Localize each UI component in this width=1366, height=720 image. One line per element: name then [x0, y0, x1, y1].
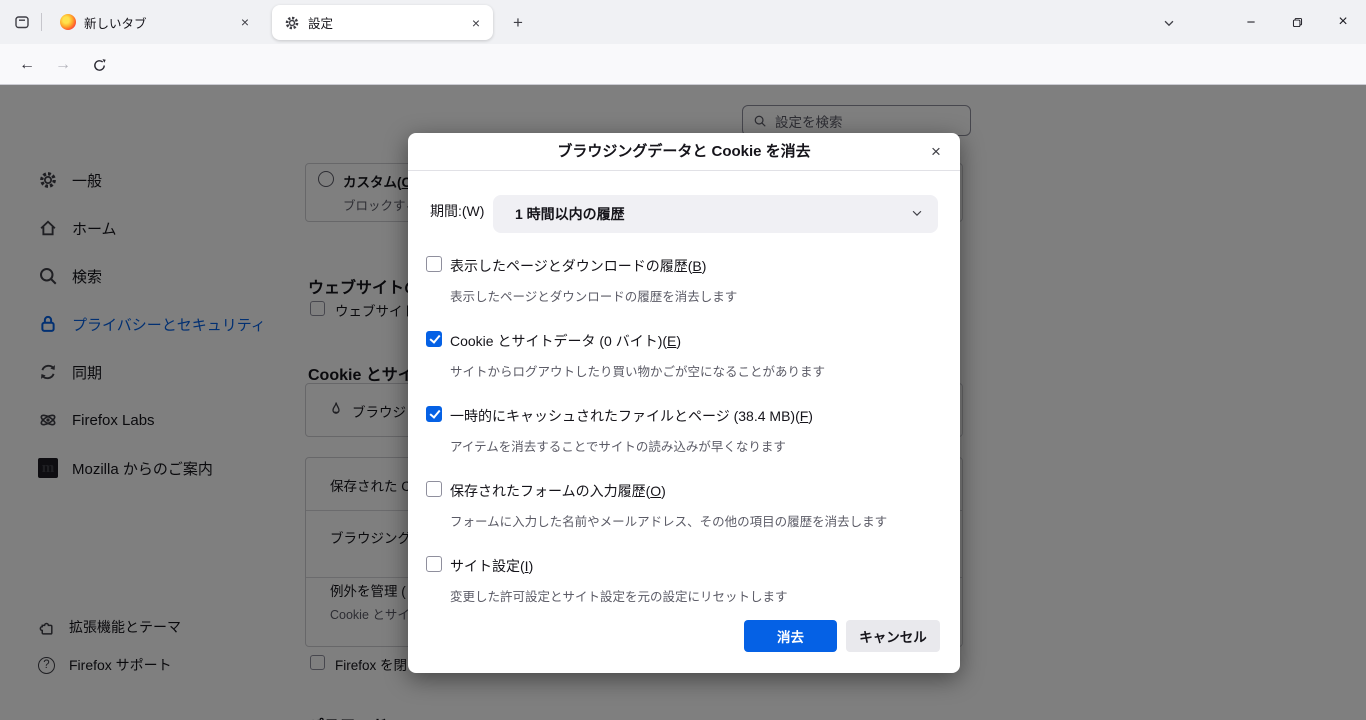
tab-close-icon[interactable]: × — [234, 11, 256, 33]
history-checkbox[interactable] — [426, 256, 442, 272]
tab-new-tab[interactable]: 新しいタブ × — [48, 7, 262, 37]
restore-icon — [1291, 16, 1304, 29]
site-settings-checkbox[interactable] — [426, 556, 442, 572]
tab-list-chevron-icon[interactable] — [1156, 10, 1182, 36]
reload-button[interactable] — [84, 51, 114, 79]
settings-page: 設定を検索 一般 ホーム 検索 プライバシーとセキュリティ 同期 Firefox… — [0, 85, 1366, 720]
cache-checkbox[interactable] — [426, 406, 442, 422]
history-desc: 表示したページとダウンロードの履歴を消去します — [450, 286, 737, 305]
cookies-desc: サイトからログアウトしたり買い物かごが空になることがあります — [450, 361, 825, 380]
tab-settings[interactable]: 設定 × — [272, 5, 493, 40]
tab-label: 設定 — [308, 13, 465, 32]
navigation-toolbar: ← → Firefox about:preferences#privacy ☆ … — [0, 44, 1366, 85]
browser-window: 新しいタブ × 設定 × + − × ← → Firefox ab — [0, 0, 1366, 720]
site-settings-checkbox-label[interactable]: サイト設定(I) — [450, 556, 533, 576]
cache-checkbox-label[interactable]: 一時的にキャッシュされたファイルとページ (38.4 MB)(F) — [450, 406, 813, 426]
form-history-desc: フォームに入力した名前やメールアドレス、その他の項目の履歴を消去します — [450, 511, 887, 530]
history-checkbox-label[interactable]: 表示したページとダウンロードの履歴(B) — [450, 256, 706, 276]
window-close-button[interactable]: × — [1320, 0, 1366, 44]
form-history-checkbox[interactable] — [426, 481, 442, 497]
cache-desc: アイテムを消去することでサイトの読み込みが早くなります — [450, 436, 786, 455]
cookies-checkbox-label[interactable]: Cookie とサイトデータ (0 バイト)(E) — [450, 331, 681, 351]
forward-button[interactable]: → — [48, 51, 78, 79]
cookies-checkbox[interactable] — [426, 331, 442, 347]
clear-button[interactable]: 消去 — [744, 620, 837, 652]
chevron-down-icon — [910, 206, 924, 220]
firefox-favicon — [60, 14, 76, 30]
form-history-checkbox-label[interactable]: 保存されたフォームの入力履歴(O) — [450, 481, 666, 501]
dialog-header: ブラウジングデータと Cookie を消去 × — [408, 133, 960, 171]
reload-icon — [92, 58, 107, 73]
tab-close-icon[interactable]: × — [465, 12, 487, 34]
duration-label: 期間:(W) — [430, 201, 484, 221]
back-button[interactable]: ← — [12, 51, 42, 79]
window-minimize-button[interactable]: − — [1228, 0, 1274, 44]
tab-label: 新しいタブ — [84, 13, 234, 32]
tab-bar: 新しいタブ × 設定 × + − × — [0, 0, 1366, 44]
duration-value: 1 時間以内の履歴 — [515, 195, 625, 233]
firefox-view-icon — [14, 14, 30, 30]
gear-favicon-icon — [284, 15, 300, 31]
firefox-view-button[interactable] — [8, 10, 36, 34]
dialog-title: ブラウジングデータと Cookie を消去 — [408, 133, 960, 171]
window-restore-button[interactable] — [1274, 0, 1320, 44]
cancel-button[interactable]: キャンセル — [846, 620, 940, 652]
dialog-close-button[interactable]: × — [920, 133, 952, 171]
site-settings-desc: 変更した許可設定とサイト設定を元の設定にリセットします — [450, 586, 788, 605]
tab-separator — [41, 13, 42, 31]
duration-dropdown[interactable]: 1 時間以内の履歴 — [493, 195, 938, 233]
clear-data-dialog: ブラウジングデータと Cookie を消去 × 期間:(W) 1 時間以内の履歴… — [408, 133, 960, 673]
new-tab-button[interactable]: + — [505, 10, 531, 36]
